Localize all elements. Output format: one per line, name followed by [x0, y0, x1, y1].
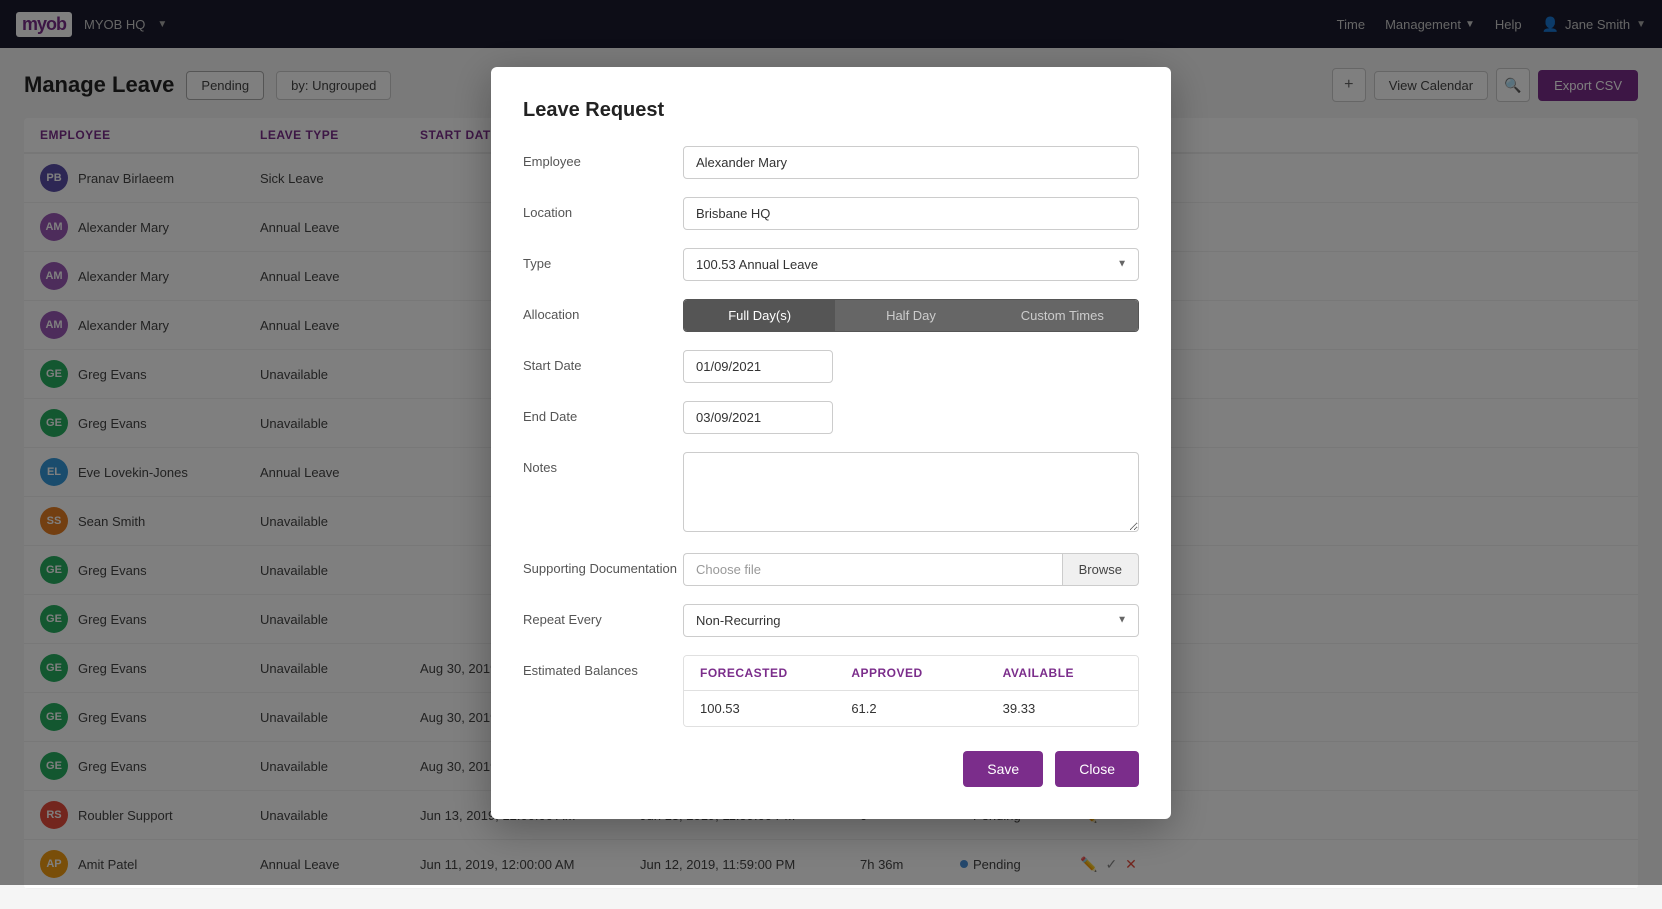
allocation-row: Allocation Full Day(s) Half Day Custom T…: [523, 299, 1139, 332]
file-input-row: Choose file Browse: [683, 553, 1139, 586]
type-row: Type 100.53 Annual Leave: [523, 248, 1139, 281]
notes-row: Notes: [523, 452, 1139, 535]
location-row: Location: [523, 197, 1139, 230]
balance-approved-header: APPROVED: [835, 656, 986, 690]
custom-times-toggle[interactable]: Custom Times: [987, 300, 1138, 331]
start-date-label: Start Date: [523, 350, 683, 373]
estimated-balances-label: Estimated Balances: [523, 655, 683, 678]
balances-body: 100.53 61.2 39.33: [684, 690, 1138, 726]
employee-control: [683, 146, 1139, 179]
browse-button[interactable]: Browse: [1062, 553, 1139, 586]
end-date-control: [683, 401, 1139, 434]
notes-control: [683, 452, 1139, 535]
notes-textarea[interactable]: [683, 452, 1139, 532]
modal-overlay[interactable]: Leave Request Employee Location Type 100…: [0, 0, 1662, 885]
start-date-row: Start Date: [523, 350, 1139, 383]
employee-row: Employee: [523, 146, 1139, 179]
repeat-every-label: Repeat Every: [523, 604, 683, 627]
allocation-control: Full Day(s) Half Day Custom Times: [683, 299, 1139, 332]
balances-header: FORECASTED APPROVED AVAILABLE: [684, 656, 1138, 690]
allocation-label: Allocation: [523, 299, 683, 322]
modal-title: Leave Request: [523, 99, 1139, 122]
supporting-doc-control: Choose file Browse: [683, 553, 1139, 586]
type-label: Type: [523, 248, 683, 271]
employee-label: Employee: [523, 146, 683, 169]
end-date-row: End Date: [523, 401, 1139, 434]
half-day-toggle[interactable]: Half Day: [835, 300, 986, 331]
employee-input[interactable]: [683, 146, 1139, 179]
balance-available-header: AVAILABLE: [987, 656, 1138, 690]
repeat-every-control: Non-Recurring: [683, 604, 1139, 637]
supporting-doc-row: Supporting Documentation Choose file Bro…: [523, 553, 1139, 586]
leave-request-modal: Leave Request Employee Location Type 100…: [491, 67, 1171, 819]
estimated-balances-row: Estimated Balances FORECASTED APPROVED A…: [523, 655, 1139, 727]
location-input[interactable]: [683, 197, 1139, 230]
balance-forecasted-value: 100.53: [684, 691, 835, 726]
end-date-input[interactable]: [683, 401, 833, 434]
balances-table: FORECASTED APPROVED AVAILABLE 100.53 61.…: [683, 655, 1139, 727]
modal-footer: Save Close: [523, 751, 1139, 787]
repeat-every-select[interactable]: Non-Recurring: [683, 604, 1139, 637]
start-date-input[interactable]: [683, 350, 833, 383]
close-button[interactable]: Close: [1055, 751, 1139, 787]
repeat-every-row: Repeat Every Non-Recurring: [523, 604, 1139, 637]
full-day-toggle[interactable]: Full Day(s): [684, 300, 835, 331]
end-date-label: End Date: [523, 401, 683, 424]
balance-forecasted-header: FORECASTED: [684, 656, 835, 690]
balance-available-value: 39.33: [987, 691, 1138, 726]
file-input: Choose file: [683, 553, 1062, 586]
save-button[interactable]: Save: [963, 751, 1043, 787]
estimated-balances-control: FORECASTED APPROVED AVAILABLE 100.53 61.…: [683, 655, 1139, 727]
location-control: [683, 197, 1139, 230]
type-select[interactable]: 100.53 Annual Leave: [683, 248, 1139, 281]
notes-label: Notes: [523, 452, 683, 475]
allocation-toggle: Full Day(s) Half Day Custom Times: [683, 299, 1139, 332]
balance-approved-value: 61.2: [835, 691, 986, 726]
supporting-doc-label: Supporting Documentation: [523, 553, 683, 576]
start-date-control: [683, 350, 1139, 383]
type-control: 100.53 Annual Leave: [683, 248, 1139, 281]
location-label: Location: [523, 197, 683, 220]
